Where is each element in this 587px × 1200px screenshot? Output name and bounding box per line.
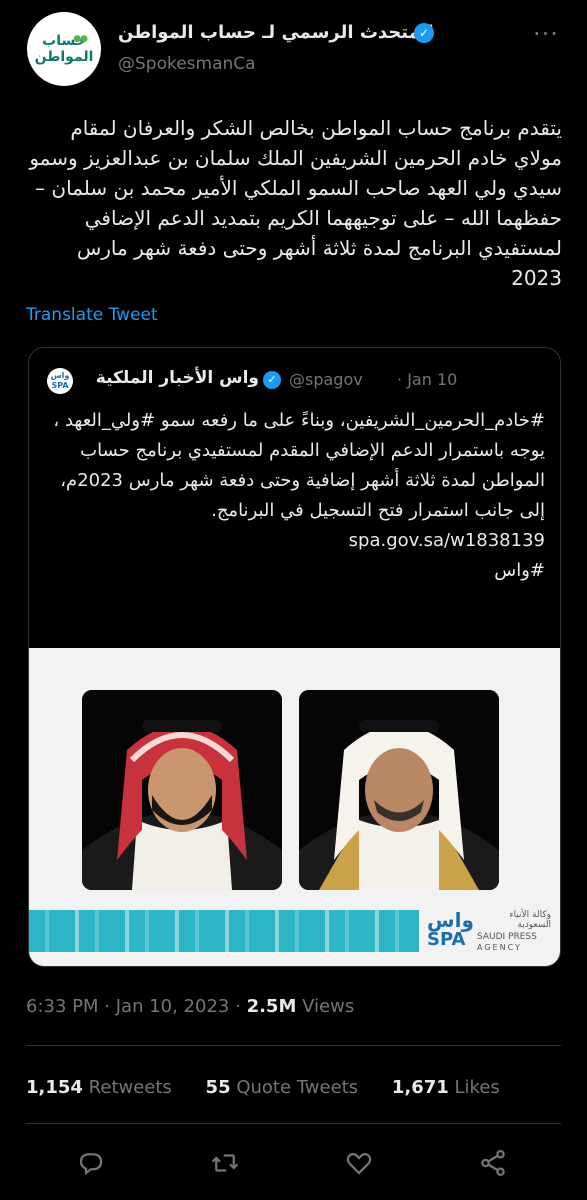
spa-logo-english-1: SAUDI PRESS — [477, 932, 537, 942]
tweet-date[interactable]: Jan 10, 2023 — [116, 996, 230, 1017]
quoted-date-text: Jan 10 — [407, 370, 458, 389]
spa-logo: واس SPA وكالة الأنباء السعودية SAUDI PRE… — [427, 906, 557, 956]
translate-tweet-link[interactable]: Translate Tweet — [26, 305, 158, 325]
spa-logo-mark-latin: SPA — [427, 929, 466, 950]
retweets-label: Retweets — [88, 1077, 172, 1098]
likes-count: 1,671 — [391, 1077, 449, 1098]
portrait-left — [82, 690, 282, 890]
share-icon[interactable] — [478, 1148, 514, 1184]
engagement-stats: 1,154 Retweets 55 Quote Tweets 1,671 Lik… — [26, 1077, 528, 1098]
tweet-text: يتقدم برنامج حساب المواطن بخالص الشكر وا… — [29, 116, 562, 290]
likes-stat[interactable]: 1,671 Likes — [392, 1077, 500, 1098]
more-icon[interactable]: ··· — [533, 20, 559, 48]
quoted-author-name: واس الأخبار الملكية — [95, 368, 259, 388]
portrait-left-figure — [82, 690, 282, 890]
logo-dots-icon: ●● — [73, 34, 88, 44]
quoted-author-handle: @spagov — [289, 370, 363, 389]
spa-logo-mark: واس — [427, 908, 474, 932]
quoted-tweet-card[interactable]: واس SPA واس الأخبار الملكية ✓ @spagov · … — [28, 347, 561, 967]
quote-tweets-label: Quote Tweets — [236, 1077, 359, 1098]
likes-label: Likes — [454, 1077, 500, 1098]
tweet-timestamp: 6:33 PM · Jan 10, 2023 · 2.5M Views — [26, 996, 354, 1017]
spa-logo-arabic: وكالة الأنباء السعودية — [509, 910, 551, 930]
quoted-tweet-header: واس SPA واس الأخبار الملكية ✓ @spagov · … — [29, 368, 560, 398]
author-display-name[interactable]: المتحدث الرسمي لـ حساب المواطن — [118, 22, 438, 43]
quote-tweets-count: 55 — [205, 1077, 231, 1098]
divider — [26, 1045, 561, 1046]
quoted-tweet-link[interactable]: spa.gov.sa/w1838139 — [45, 526, 545, 556]
quote-tweets-stat[interactable]: 55 Quote Tweets — [206, 1077, 359, 1098]
views-count: 2.5M — [246, 996, 297, 1017]
portrait-right-figure — [299, 690, 499, 890]
tweet-time[interactable]: 6:33 PM — [26, 996, 99, 1017]
reply-icon[interactable] — [76, 1148, 112, 1184]
author-handle[interactable]: @SpokesmanCa — [118, 54, 256, 74]
quoted-tweet-body: #خادم_الحرمين_الشريفين، وبناءً على ما رف… — [53, 410, 545, 521]
avatar-logo-line2: المواطن — [34, 49, 94, 65]
quoted-tweet-hashtag[interactable]: #واس — [494, 560, 545, 581]
verified-badge-icon: ✓ — [414, 23, 434, 43]
tweet-actions — [0, 1148, 587, 1188]
quoted-tweet-text: #خادم_الحرمين_الشريفين، وبناءً على ما رف… — [45, 406, 545, 586]
divider — [26, 1123, 561, 1124]
decorative-stripe — [29, 910, 419, 952]
views-label: Views — [302, 996, 355, 1017]
retweet-icon[interactable] — [210, 1148, 246, 1184]
spa-logo-english-2: AGENCY — [477, 943, 522, 952]
quoted-author-avatar[interactable]: واس SPA — [47, 368, 73, 394]
like-icon[interactable] — [344, 1148, 380, 1184]
separator-dot: · — [235, 996, 241, 1017]
author-avatar[interactable]: ●● حساب المواطن — [27, 12, 101, 86]
quoted-tweet-date: · Jan 10 — [397, 370, 457, 389]
quoted-tweet-image[interactable]: واس SPA وكالة الأنباء السعودية SAUDI PRE… — [29, 648, 560, 966]
retweets-count: 1,154 — [26, 1077, 83, 1098]
retweets-stat[interactable]: 1,154 Retweets — [26, 1077, 172, 1098]
separator-dot: · — [397, 370, 403, 389]
verified-badge-icon: ✓ — [263, 371, 281, 389]
separator-dot: · — [104, 996, 110, 1017]
portrait-right — [299, 690, 499, 890]
tweet-header: ●● حساب المواطن المتحدث الرسمي لـ حساب ا… — [0, 0, 587, 100]
